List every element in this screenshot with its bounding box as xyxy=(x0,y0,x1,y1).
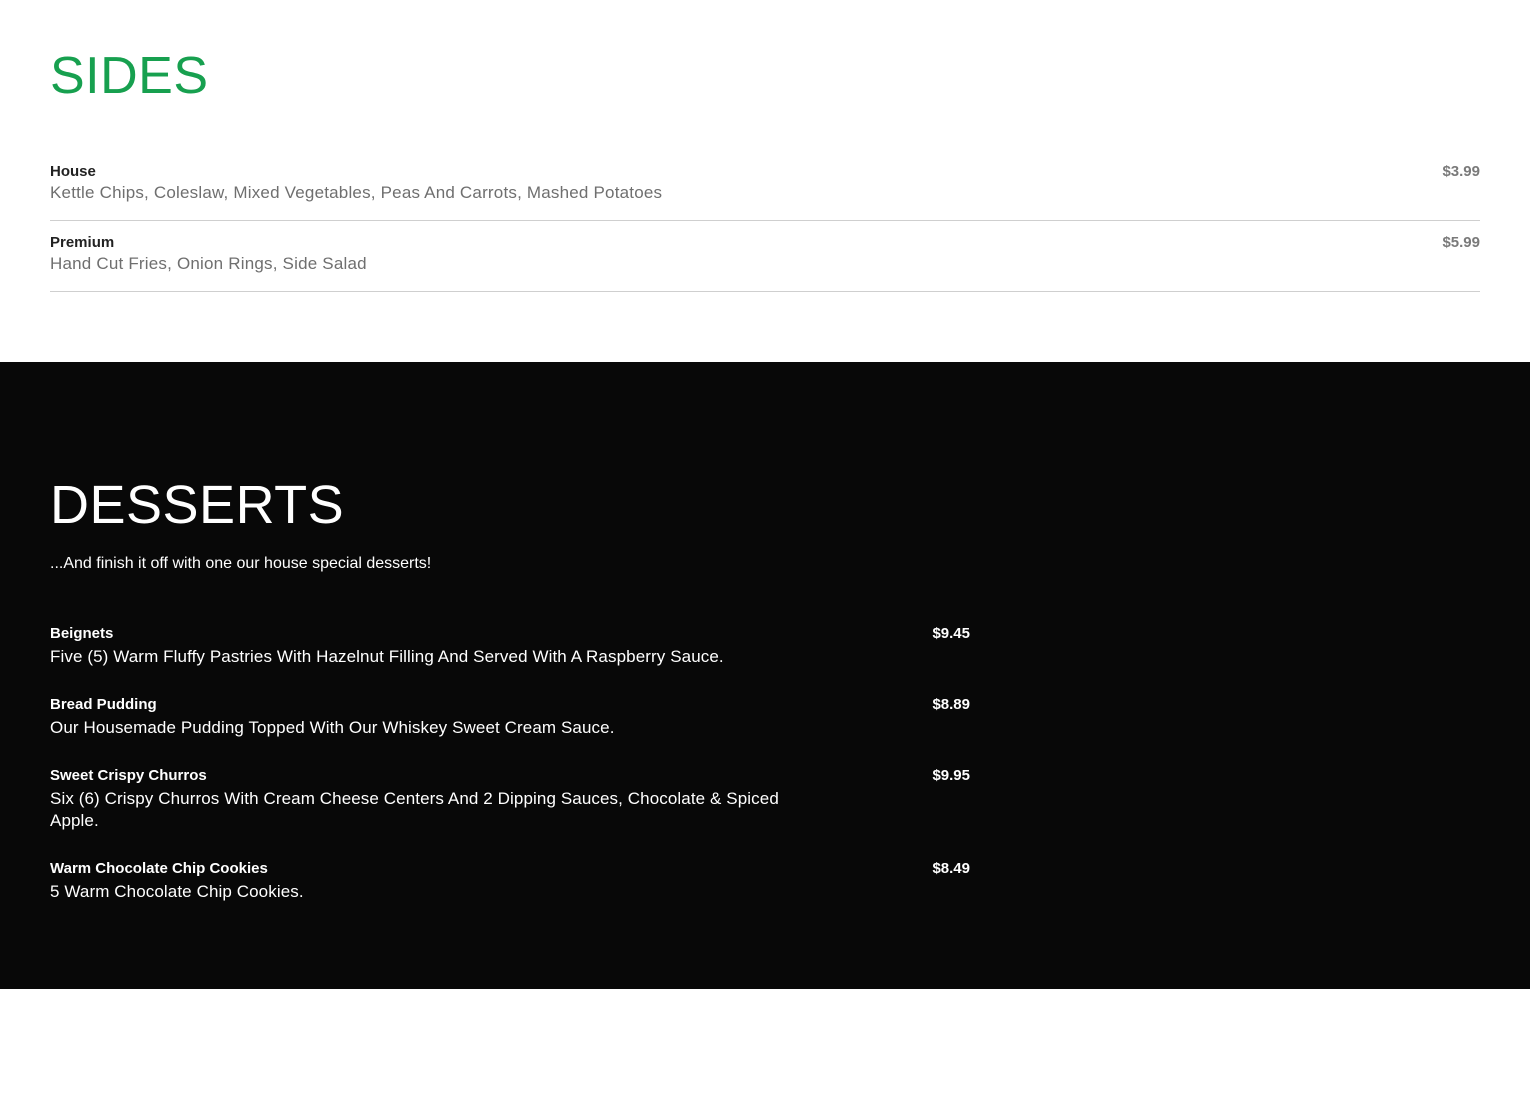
menu-item-price: $8.49 xyxy=(932,860,970,877)
menu-item-premium: Premium Hand Cut Fries, Onion Rings, Sid… xyxy=(50,221,1480,292)
menu-item-sweet-crispy-churros: Sweet Crispy Churros Six (6) Crispy Chur… xyxy=(50,766,970,832)
sides-heading: SIDES xyxy=(50,47,209,105)
desserts-menu-list: Beignets Five (5) Warm Fluffy Pastries W… xyxy=(50,624,970,930)
desserts-section: DESSERTS ...And finish it off with one o… xyxy=(0,362,1530,989)
sides-section: SIDES House Kettle Chips, Coleslaw, Mixe… xyxy=(0,0,1530,362)
menu-item-price: $9.95 xyxy=(932,767,970,784)
desserts-subtitle: ...And finish it off with one our house … xyxy=(50,555,432,572)
sides-menu-list: House Kettle Chips, Coleslaw, Mixed Vege… xyxy=(50,150,1480,292)
menu-item-name: Bread Pudding xyxy=(50,696,157,713)
menu-item-price: $3.99 xyxy=(1442,163,1480,180)
menu-item-description: Kettle Chips, Coleslaw, Mixed Vegetables… xyxy=(50,183,663,202)
menu-item-price: $9.45 xyxy=(932,625,970,642)
menu-item-description: Our Housemade Pudding Topped With Our Wh… xyxy=(50,718,615,737)
menu-item-name: Sweet Crispy Churros xyxy=(50,767,207,784)
menu-item-name: House xyxy=(50,163,96,180)
menu-item-bread-pudding: Bread Pudding Our Housemade Pudding Topp… xyxy=(50,695,970,739)
menu-item-name: Warm Chocolate Chip Cookies xyxy=(50,860,268,877)
menu-item-price: $5.99 xyxy=(1442,234,1480,251)
menu-item-price: $8.89 xyxy=(932,696,970,713)
menu-item-beignets: Beignets Five (5) Warm Fluffy Pastries W… xyxy=(50,624,970,668)
menu-item-description: Five (5) Warm Fluffy Pastries With Hazel… xyxy=(50,647,724,666)
desserts-heading: DESSERTS xyxy=(50,475,345,535)
menu-item-name: Premium xyxy=(50,234,115,251)
menu-item-warm-chocolate-chip-cookies: Warm Chocolate Chip Cookies 5 Warm Choco… xyxy=(50,859,970,903)
menu-item-description: Six (6) Crispy Churros With Cream Cheese… xyxy=(50,789,779,830)
menu-item-name: Beignets xyxy=(50,625,114,642)
menu-item-house: House Kettle Chips, Coleslaw, Mixed Vege… xyxy=(50,150,1480,221)
menu-item-description: 5 Warm Chocolate Chip Cookies. xyxy=(50,882,304,901)
menu-item-description: Hand Cut Fries, Onion Rings, Side Salad xyxy=(50,254,367,273)
